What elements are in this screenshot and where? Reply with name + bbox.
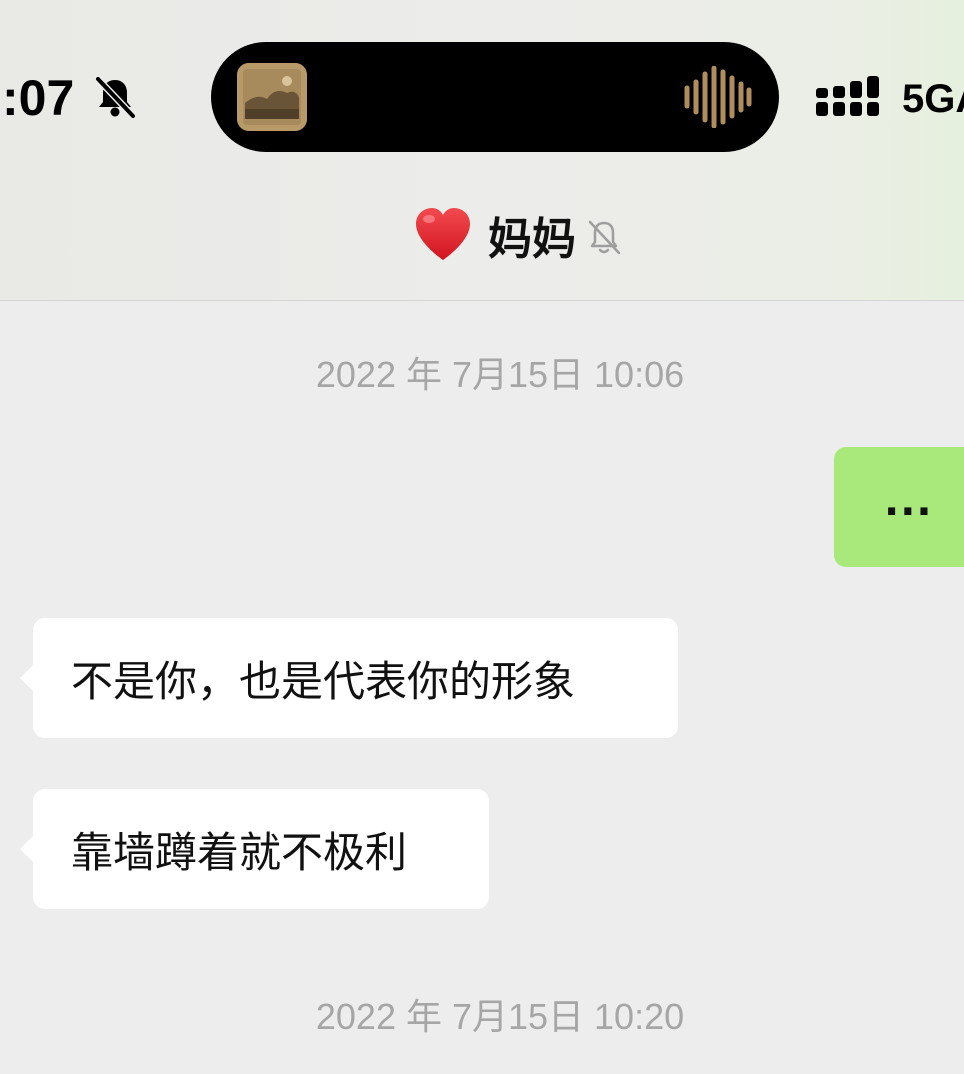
mute-icon [588, 220, 621, 255]
message-timestamp: 2022 年 7月15日 10:06 [315, 354, 685, 395]
signal-icon [816, 76, 879, 116]
incoming-message-text: 不是你，也是代表你的形象 [71, 656, 576, 706]
status-time: :07 [2, 70, 75, 126]
outgoing-message-text: ... [884, 479, 933, 525]
outgoing-message-bubble[interactable]: ... [834, 447, 964, 567]
bell-slash-icon [94, 75, 137, 120]
incoming-message-text: 靠墙蹲着就不极利 [71, 827, 408, 877]
incoming-message-bubble[interactable]: 不是你，也是代表你的形象 [20, 618, 678, 738]
album-art-icon[interactable] [237, 63, 307, 131]
message-timestamp: 2022 年 7月15日 10:20 [315, 996, 685, 1037]
network-type: 5GA [902, 77, 964, 121]
chat-title-text: 妈妈 [488, 214, 576, 265]
heart-icon [416, 208, 470, 260]
dynamic-island[interactable] [211, 42, 779, 152]
incoming-message-bubble[interactable]: 靠墙蹲着就不极利 [20, 789, 489, 909]
chat-title[interactable]: 妈妈 [412, 200, 624, 270]
audio-waveform-icon [684, 66, 752, 128]
